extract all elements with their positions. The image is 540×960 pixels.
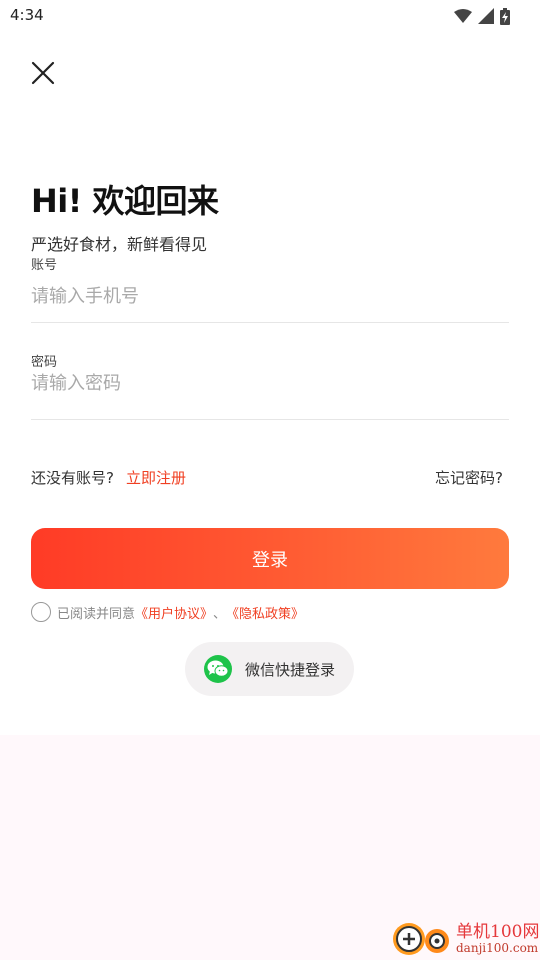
watermark-url: danji100.com [456, 941, 539, 955]
status-bar: 4:34 [0, 0, 540, 32]
page-title: Hi! 欢迎回来 [31, 182, 219, 220]
account-label: 账号 [31, 258, 58, 273]
close-button[interactable] [28, 58, 58, 88]
wechat-login-button[interactable]: 微信快捷登录 [185, 642, 354, 696]
status-icons [454, 6, 510, 26]
watermark-logo [393, 923, 449, 955]
login-button[interactable]: 登录 [31, 528, 509, 589]
page-subtitle: 严选好食材，新鲜看得见 [31, 235, 208, 254]
account-divider [31, 322, 509, 323]
no-account-text: 还没有账号? [31, 469, 114, 487]
wifi-icon [454, 9, 472, 23]
watermark-name: 单机100网 [456, 922, 540, 942]
signal-icon [478, 8, 494, 24]
battery-charging-icon [500, 7, 510, 25]
agreement-row: 已阅读并同意 《用户协议》 、 《隐私政策》 [31, 601, 304, 623]
agreement-checkbox[interactable] [31, 602, 51, 622]
password-input[interactable] [31, 365, 509, 401]
watermark: 单机100网 danji100.com [390, 915, 540, 960]
status-time: 4:34 [10, 6, 44, 24]
wechat-login-label: 微信快捷登录 [245, 660, 336, 679]
close-icon [31, 61, 55, 85]
wechat-icon [204, 655, 232, 683]
privacy-policy-link[interactable]: 《隐私政策》 [226, 603, 304, 622]
password-divider [31, 419, 509, 420]
forgot-password-link[interactable]: 忘记密码? [435, 467, 503, 488]
register-link[interactable]: 立即注册 [126, 467, 186, 488]
agreement-separator: 、 [213, 606, 227, 622]
phone-input[interactable] [31, 278, 509, 314]
user-agreement-link[interactable]: 《用户协议》 [135, 603, 213, 622]
agreement-prefix: 已阅读并同意 [57, 606, 136, 622]
account-links-row: 还没有账号? 立即注册 忘记密码? [31, 467, 503, 489]
